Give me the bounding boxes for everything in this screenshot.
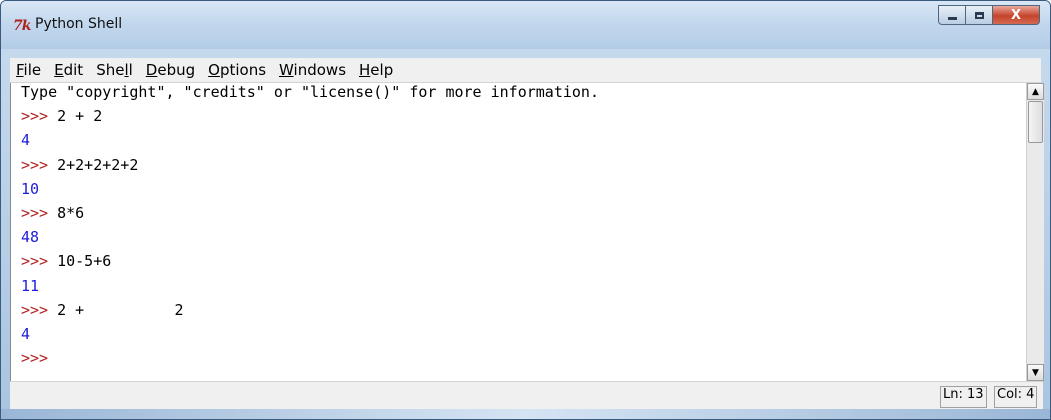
shell-input-line: >>> 2+2+2+2+2 [11,156,1027,180]
shell-input-line: >>> 2 + 2 [11,301,1027,325]
shell-output-line: 11 [21,276,40,295]
arrow-down-icon: ▼ [1032,367,1039,378]
menu-file[interactable]: File [16,61,41,79]
close-button[interactable]: X [993,5,1040,25]
shell-input-code: 2+2+2+2+2 [57,155,139,174]
menu-bar: File Edit Shell Debug Options Windows He… [10,58,1041,83]
shell-input-code: 2 + 2 [57,300,184,319]
menu-options[interactable]: Options [208,61,266,79]
shell-input-line: >>> 2 + 2 [11,107,1027,131]
minimize-icon [947,16,957,20]
scroll-thumb[interactable] [1028,101,1043,143]
vertical-scrollbar[interactable]: ▲ ▼ [1026,83,1044,381]
scroll-down-button[interactable]: ▼ [1027,364,1044,381]
shell-prompt: >>> [21,252,49,271]
shell-prompt: >>> [21,300,49,319]
shell-input-code: 10-5+6 [57,252,112,271]
shell-prompt: >>> [21,203,49,222]
tk-app-icon[interactable]: 7k [13,18,35,34]
scroll-up-button[interactable]: ▲ [1027,83,1044,100]
shell-input-line: >>> 8*6 [11,204,1027,228]
shell-history: >>> 2 + 2 4 >>> 2+2+2+2+2 10 >>> 8*6 48 >>> 10-5+6… [11,107,1027,373]
shell-input-code: 8*6 [57,203,85,222]
shell-output-line: 10 [21,179,40,198]
shell-prompt: >>> [21,155,49,174]
minimize-button[interactable] [938,5,966,25]
maximize-button[interactable] [966,5,993,25]
title-bar[interactable]: 7k Python Shell X [1,1,1050,49]
menu-debug[interactable]: Debug [146,61,195,79]
python-shell-window: 7k Python Shell X File Edit Shell Debug … [0,0,1051,420]
caption-buttons: X [938,5,1040,27]
shell-prompt: >>> [21,349,49,368]
shell-input-line: >>> 10-5+6 [11,252,1027,276]
shell-prompt: >>> [21,107,49,126]
shell-input-code: 2 + 2 [57,107,103,126]
shell-output-line: 48 [21,228,40,247]
shell-info-line: Type "copyright", "credits" or "license(… [21,83,599,101]
shell-text-area[interactable]: Type "copyright", "credits" or "license(… [10,83,1027,381]
shell-output-line: 4 [21,131,31,150]
menu-edit[interactable]: Edit [54,61,83,79]
status-column-number: Col: 4 [994,386,1038,408]
arrow-up-icon: ▲ [1032,86,1039,97]
menu-windows[interactable]: Windows [279,61,346,79]
shell-input-line: >>> [11,349,1027,373]
window-title: Python Shell [35,16,123,32]
shell-output-line: 4 [21,324,31,343]
close-icon: X [1010,7,1022,23]
maximize-icon [974,11,984,19]
status-line-number: Ln: 13 [940,386,987,408]
menu-shell[interactable]: Shell [96,61,133,79]
window-bottom-edge [1,409,1050,419]
menu-help[interactable]: Help [359,61,393,79]
status-bar: Ln: 13 Col: 4 [10,381,1043,412]
